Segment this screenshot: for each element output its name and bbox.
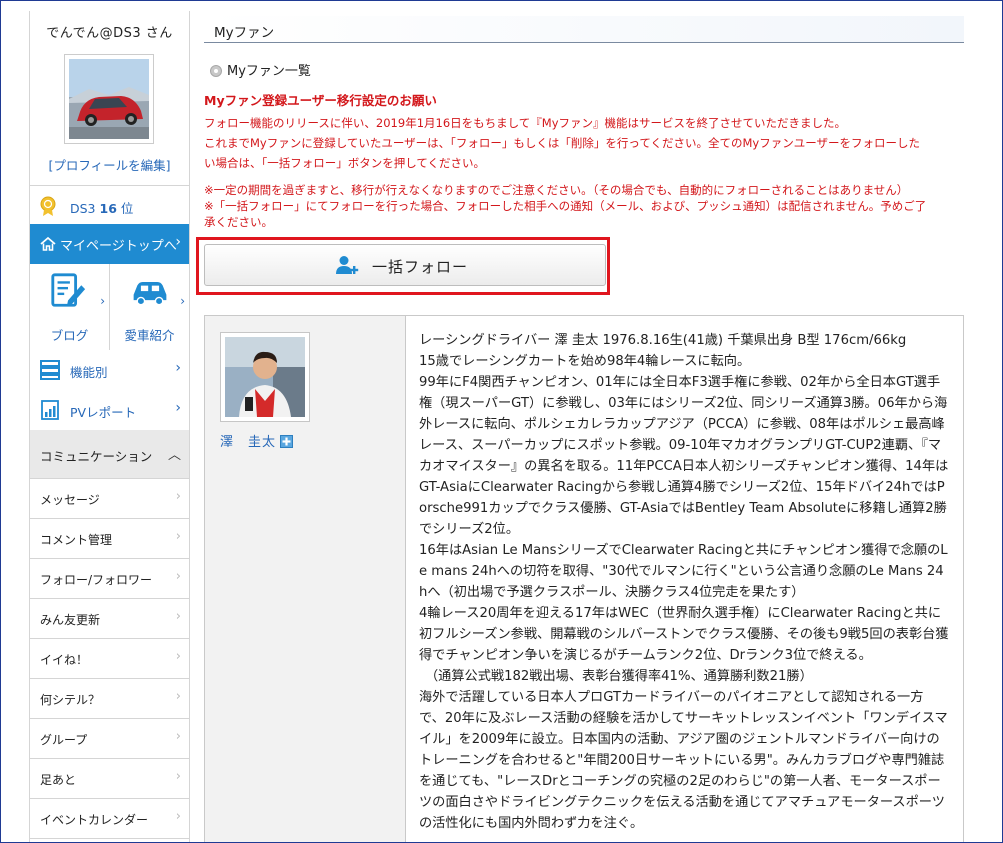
caution-text: ※一定の期間を過ぎますと、移行が行えなくなりますのでご注意ください。（その場合で… xyxy=(204,182,964,230)
rank-row[interactable]: DS3 16 位 xyxy=(30,185,189,225)
driver-name-link[interactable]: 澤 圭太 xyxy=(220,431,294,450)
notice-line: い場合は、「一括フォロー」ボタンを押してください。 xyxy=(204,156,486,170)
bio-line: 99年にF4関西チャンピオン、01年には全日本F3選手権に参戦、02年から全日本… xyxy=(419,375,949,537)
car-intro-link[interactable]: › 愛車紹介 xyxy=(110,264,189,350)
fan-profile-card: 澤 圭太 レーシングドライバー 澤 圭太 1976.8.16生(41歳) 千葉県… xyxy=(204,315,964,842)
caution-line: 承ください。 xyxy=(204,215,273,229)
medal-icon xyxy=(40,196,56,216)
edit-profile-link[interactable]: [プロフィールを編集] xyxy=(30,155,189,174)
sidebar-item-group[interactable]: グループ › xyxy=(30,719,189,759)
communication-section-header[interactable]: コミュニケーション ︿ xyxy=(30,430,189,479)
pv-report-link[interactable]: PVレポート › xyxy=(30,390,189,431)
chevron-right-icon: › xyxy=(175,689,181,704)
sidebar-item-label: メッセージ xyxy=(40,493,100,507)
notice-text: フォロー機能のリリースに伴い、2019年1月16日をもちまして『Myファン』機能… xyxy=(204,113,964,173)
profile-left-column: 澤 圭太 xyxy=(205,316,406,842)
sidebar-item-label: グループ xyxy=(40,733,88,747)
sidebar-item-label: 足あと xyxy=(40,773,77,787)
bio-line: 16年はAsian Le MansシリーズでClearwater Racingと… xyxy=(419,543,948,600)
sidebar-item-message[interactable]: メッセージ › xyxy=(30,479,189,519)
user-name: でんでん@DS3 さん xyxy=(46,26,173,41)
notice-line: フォロー機能のリリースに伴い、2019年1月16日をもちまして『Myファン』機能… xyxy=(204,116,847,130)
add-plus-icon[interactable] xyxy=(280,435,294,448)
chevron-right-icon: › xyxy=(175,400,181,416)
by-function-label: 機能別 xyxy=(70,365,108,380)
by-function-link[interactable]: 機能別 › xyxy=(30,350,189,391)
chevron-right-icon: › xyxy=(175,649,181,664)
page-title-bar: Myファン xyxy=(204,16,964,43)
chevron-right-icon: › xyxy=(175,569,181,584)
sidebar-item-status[interactable]: 何シテル？ › xyxy=(30,679,189,719)
sidebar-item-label: イベントカレンダー xyxy=(40,813,149,827)
page-title: Myファン xyxy=(214,25,275,41)
driver-photo[interactable] xyxy=(220,332,310,422)
avatar[interactable] xyxy=(64,54,154,144)
bulk-follow-button[interactable]: 一括フォロー xyxy=(204,244,606,286)
home-icon xyxy=(40,236,56,251)
pv-report-label: PVレポート xyxy=(70,405,137,420)
sidebar-item-friend-updates[interactable]: みん友更新 › xyxy=(30,599,189,639)
chevron-right-icon: › xyxy=(175,360,181,376)
myfan-list-label: Myファン一覧 xyxy=(227,64,311,79)
sidebar-item-label: イイね！ xyxy=(40,653,89,667)
bio-line: 4輪レース20周年を迎える17年はWEC（世界耐久選手権）にClearwater… xyxy=(419,606,949,663)
sidebar-item-likes[interactable]: イイね！ › xyxy=(30,639,189,679)
driver-name: 澤 圭太 xyxy=(220,435,277,450)
rank-text: DS3 16 位 xyxy=(70,198,133,217)
chevron-right-icon: › xyxy=(175,234,181,250)
notice-line: これまでMyファンに登録していたユーザーは、「フォロー」もしくは「削除」を行って… xyxy=(204,136,920,150)
bio-line: （通算公式戦182戦出場、表彰台獲得率41%、通算勝利数21勝） xyxy=(425,669,813,684)
sidebar-item-label: 何シテル？ xyxy=(40,693,101,707)
chevron-right-icon: › xyxy=(100,294,105,308)
rank-suffix: 位 xyxy=(120,201,134,216)
sidebar: でんでん@DS3 さん [プロフィールを編集] DS3 16 位 マイページトッ… xyxy=(29,11,190,842)
blog-icon xyxy=(51,273,86,307)
driver-portrait xyxy=(225,337,305,417)
radio-icon xyxy=(210,65,222,77)
driver-bio: レーシングドライバー 澤 圭太 1976.8.16生(41歳) 千葉県出身 B型… xyxy=(419,330,949,834)
bulk-follow-label: 一括フォロー xyxy=(372,258,469,276)
chevron-right-icon: › xyxy=(175,809,181,824)
add-user-icon xyxy=(336,256,359,274)
report-chart-icon xyxy=(41,400,59,420)
rank-number: 16 xyxy=(99,201,117,216)
sidebar-item-event-calendar[interactable]: イベントカレンダー › xyxy=(30,799,189,839)
chevron-right-icon: › xyxy=(180,294,185,308)
chevron-up-icon: ︿ xyxy=(167,448,181,463)
bio-line: レーシングドライバー 澤 圭太 1976.8.16生(41歳) 千葉県出身 B型… xyxy=(419,333,907,348)
bio-line: 15歳でレーシングカートを始め98年4輪レースに転向。 xyxy=(419,354,751,369)
sidebar-item-label: コメント管理 xyxy=(40,533,113,547)
sidebar-item-footprints[interactable]: 足あと › xyxy=(30,759,189,799)
chevron-right-icon: › xyxy=(175,729,181,744)
sidebar-item-label: みん友更新 xyxy=(40,613,101,627)
chevron-right-icon: › xyxy=(175,489,181,504)
notice-title: Myファン登録ユーザー移行設定のお願い xyxy=(204,93,437,108)
list-icon xyxy=(40,360,60,380)
myfan-list-link[interactable]: Myファン一覧 xyxy=(210,60,311,79)
blog-label: ブログ xyxy=(50,328,89,343)
rank-prefix: DS3 xyxy=(70,201,96,216)
car-photo xyxy=(69,59,149,139)
car-intro-label: 愛車紹介 xyxy=(124,328,175,343)
page-frame: でんでん@DS3 さん [プロフィールを編集] DS3 16 位 マイページトッ… xyxy=(0,0,1003,843)
sidebar-item-follow[interactable]: フォロー/フォロワー › xyxy=(30,559,189,599)
chevron-right-icon: › xyxy=(175,609,181,624)
quick-links: › ブログ › 愛車紹介 xyxy=(30,264,189,351)
sidebar-item-comments[interactable]: コメント管理 › xyxy=(30,519,189,559)
blog-link[interactable]: › ブログ xyxy=(30,264,110,350)
communication-label: コミュニケーション xyxy=(40,449,153,464)
mypage-top-label: マイページトップへ xyxy=(60,239,177,254)
sidebar-item-label: フォロー/フォロワー xyxy=(40,573,153,587)
caution-line: ※「一括フォロー」にてフォローを行った場合、フォローした相手への通知（メール、お… xyxy=(204,199,927,213)
chevron-right-icon: › xyxy=(175,529,181,544)
caution-line: ※一定の期間を過ぎますと、移行が行えなくなりますのでご注意ください。（その場合で… xyxy=(204,183,909,197)
bio-line: 海外で活躍している日本人プロGTカードライバーのパイオニアとして認知される一方で… xyxy=(419,690,948,831)
car-icon xyxy=(133,282,167,306)
mypage-top-button[interactable]: マイページトップへ › xyxy=(30,224,189,264)
chevron-right-icon: › xyxy=(175,769,181,784)
